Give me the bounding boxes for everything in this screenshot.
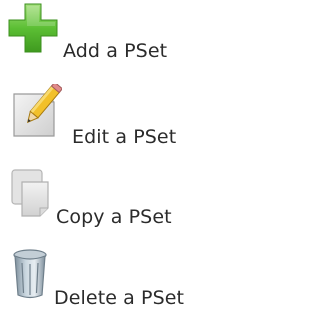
copy-pset-label: Copy a PSet bbox=[56, 206, 172, 228]
delete-pset-item[interactable]: Delete a PSet bbox=[0, 247, 240, 309]
trash-icon bbox=[10, 247, 50, 301]
edit-pset-label: Edit a PSet bbox=[72, 126, 177, 148]
pencil-icon bbox=[10, 81, 64, 138]
delete-pset-label: Delete a PSet bbox=[54, 287, 185, 309]
copy-pset-item[interactable]: Copy a PSet bbox=[0, 168, 240, 228]
pset-actions-menu: Add a PSet Edit a PSet Copy a PSet Delet… bbox=[0, 0, 240, 329]
edit-pset-item[interactable]: Edit a PSet bbox=[0, 81, 240, 148]
plus-icon bbox=[7, 2, 59, 54]
add-pset-item[interactable]: Add a PSet bbox=[0, 2, 240, 62]
copy-icon bbox=[10, 168, 52, 218]
add-pset-label: Add a PSet bbox=[63, 40, 168, 62]
